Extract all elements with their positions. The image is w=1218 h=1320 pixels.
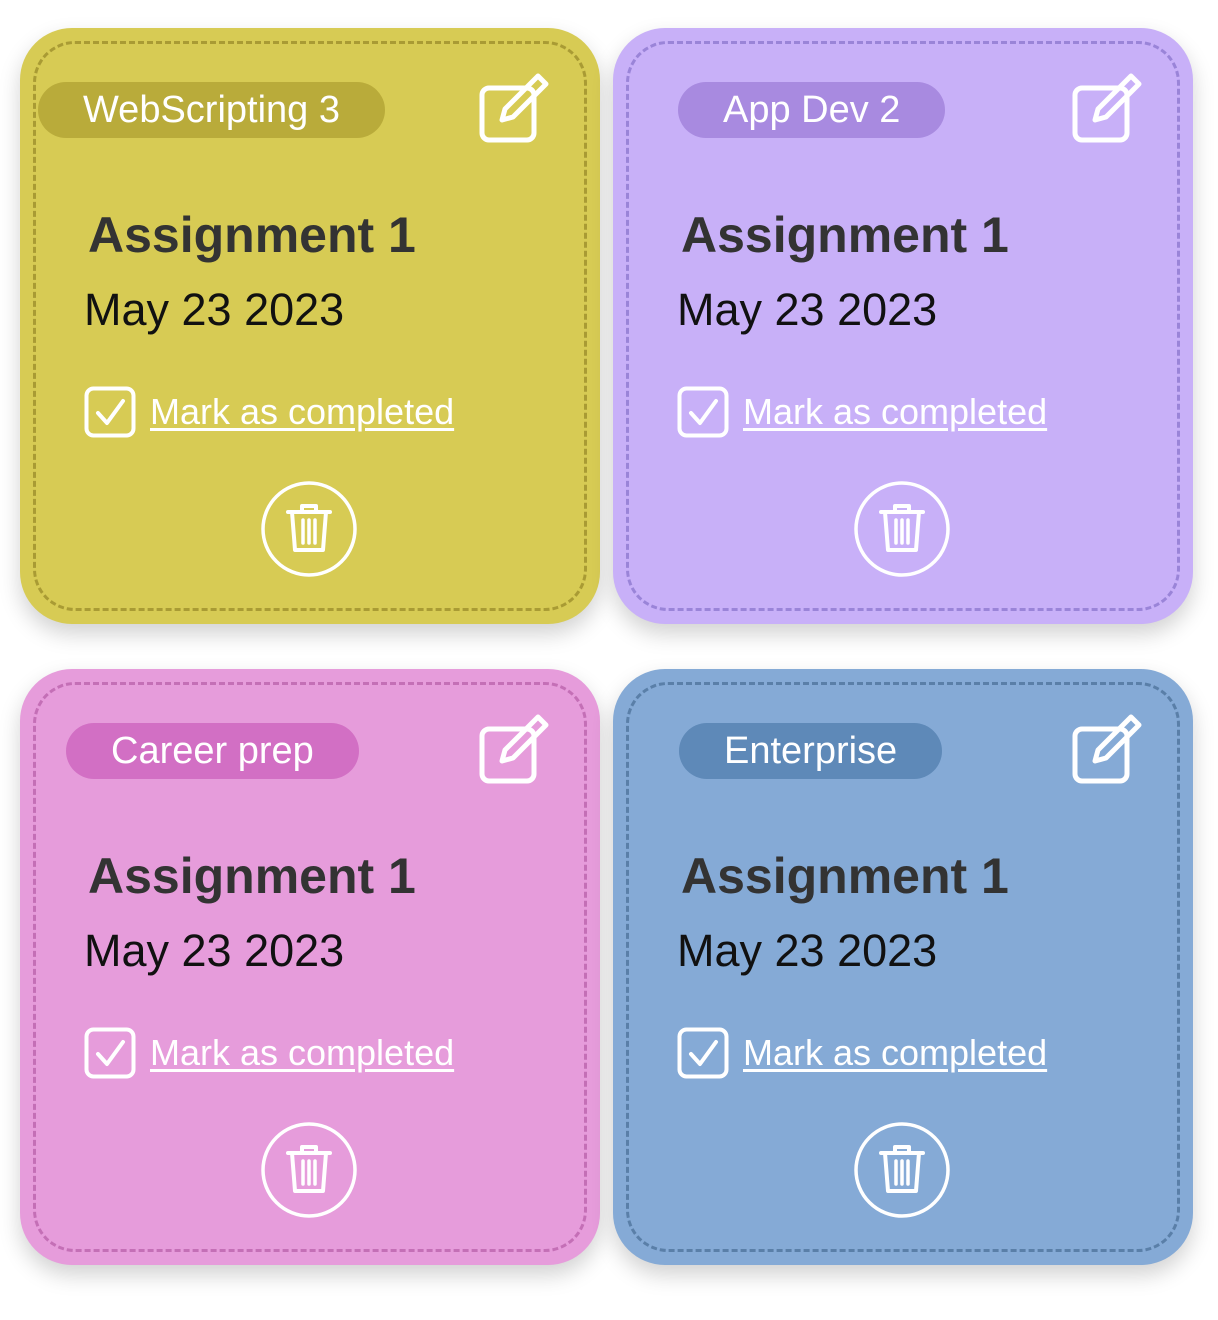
trash-icon[interactable]: [260, 480, 358, 578]
mark-completed-toggle[interactable]: Mark as completed: [84, 1027, 454, 1079]
mark-completed-toggle[interactable]: Mark as completed: [677, 1027, 1047, 1079]
assignment-title: Assignment 1: [681, 207, 1009, 263]
due-date: May 23 2023: [84, 925, 345, 976]
mark-completed-link[interactable]: Mark as completed: [150, 1032, 454, 1074]
trash-icon[interactable]: [260, 1121, 358, 1219]
due-date: May 23 2023: [84, 284, 345, 335]
edit-icon[interactable]: [1071, 713, 1143, 785]
trash-icon[interactable]: [853, 480, 951, 578]
assignment-grid: WebScripting 3 Assignment 1 May 23 2023 …: [0, 0, 1218, 1320]
assignment-card: Career prep Assignment 1 May 23 2023 Mar…: [20, 669, 600, 1265]
mark-completed-link[interactable]: Mark as completed: [743, 1032, 1047, 1074]
checkbox-checked-icon[interactable]: [84, 386, 136, 438]
checkbox-checked-icon[interactable]: [677, 386, 729, 438]
assignment-card: WebScripting 3 Assignment 1 May 23 2023 …: [20, 28, 600, 624]
edit-icon[interactable]: [478, 713, 550, 785]
assignment-title: Assignment 1: [88, 207, 416, 263]
due-date: May 23 2023: [677, 284, 938, 335]
course-tag: WebScripting 3: [38, 82, 385, 138]
assignment-title: Assignment 1: [681, 848, 1009, 904]
mark-completed-toggle[interactable]: Mark as completed: [84, 386, 454, 438]
assignment-title: Assignment 1: [88, 848, 416, 904]
checkbox-checked-icon[interactable]: [677, 1027, 729, 1079]
assignment-card: Enterprise Assignment 1 May 23 2023 Mark…: [613, 669, 1193, 1265]
edit-icon[interactable]: [478, 72, 550, 144]
trash-icon[interactable]: [853, 1121, 951, 1219]
due-date: May 23 2023: [677, 925, 938, 976]
assignment-card: App Dev 2 Assignment 1 May 23 2023 Mark …: [613, 28, 1193, 624]
mark-completed-toggle[interactable]: Mark as completed: [677, 386, 1047, 438]
course-tag: Enterprise: [679, 723, 943, 779]
checkbox-checked-icon[interactable]: [84, 1027, 136, 1079]
edit-icon[interactable]: [1071, 72, 1143, 144]
course-tag: App Dev 2: [678, 82, 946, 138]
mark-completed-link[interactable]: Mark as completed: [743, 391, 1047, 433]
mark-completed-link[interactable]: Mark as completed: [150, 391, 454, 433]
course-tag: Career prep: [66, 723, 359, 779]
